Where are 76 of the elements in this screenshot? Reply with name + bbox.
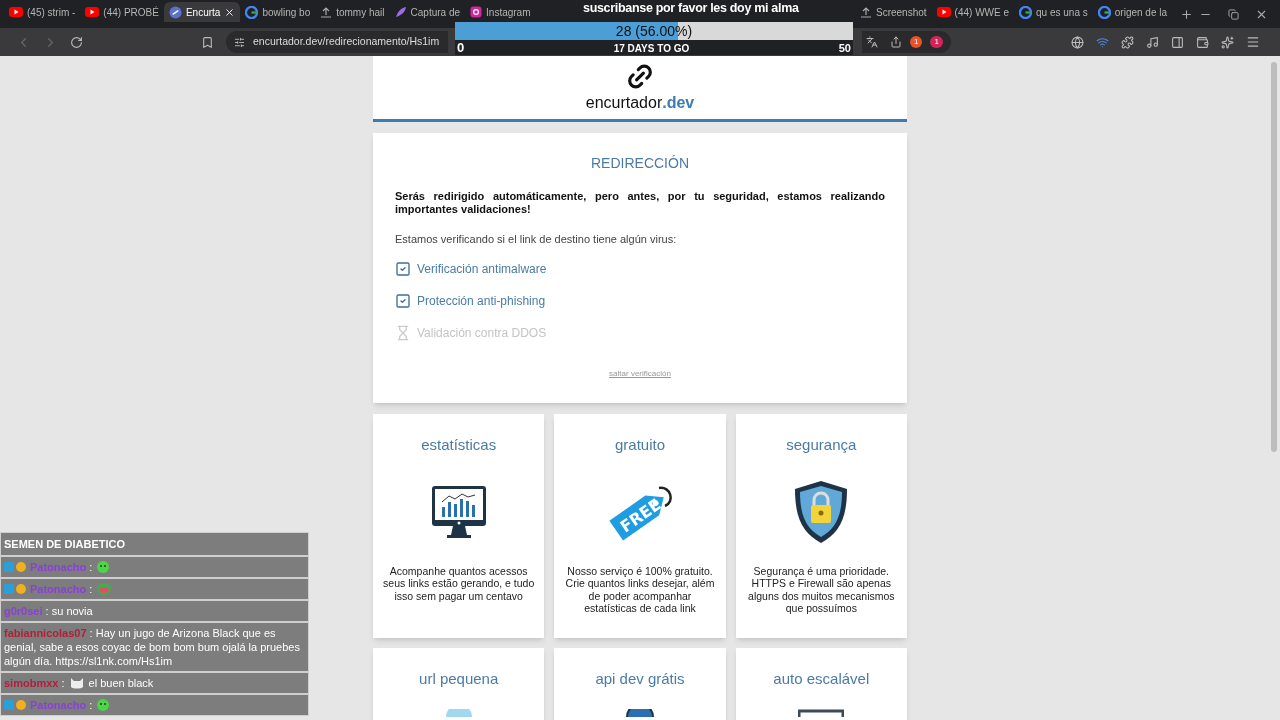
site-icon — [168, 5, 182, 19]
feature-title: segurança — [786, 435, 857, 455]
feature-description: Nosso serviço é 100% gratuito. Crie quantos links desejar, além de poder acompanhar estatísticas de cada link — [564, 564, 716, 615]
g-logo-icon — [1019, 5, 1033, 19]
card-title: REDIRECCIÓN — [590, 154, 690, 173]
check-label: Validación contra DDOS — [417, 324, 547, 342]
browser-tab[interactable]: Instagram — [465, 2, 536, 22]
emote-icon — [96, 582, 113, 596]
g-logo-icon — [1097, 5, 1111, 19]
browser-tab[interactable]: (45) strim - — [4, 2, 81, 22]
g-logo-icon — [245, 5, 259, 19]
close-icon[interactable] — [224, 6, 236, 18]
browser-tab[interactable]: (44) WWE e — [931, 2, 1015, 22]
site-logo-text[interactable]: encurtador.dev — [585, 91, 695, 115]
browser-tab[interactable]: origen de la — [1092, 2, 1173, 22]
camera-icon — [470, 6, 483, 18]
browser-tab[interactable]: qu es una s — [1014, 2, 1093, 22]
chat-title: SEMEN DE DIABETICO — [1, 533, 308, 555]
chat-message-text: el buen black — [88, 676, 154, 690]
browser-tab[interactable]: (44) PROBÉ — [80, 2, 164, 22]
music-icon[interactable] — [1146, 35, 1159, 49]
wireless-icon[interactable] — [1096, 35, 1109, 49]
browser-tab[interactable]: Screenshot — [855, 2, 932, 22]
shield-lock-icon — [793, 478, 850, 545]
extension-badge[interactable]: 1 — [910, 36, 923, 48]
chat-message-text: Patonacho : — [30, 582, 93, 596]
emote-icon — [96, 698, 111, 712]
feature-description: Acompanhe quantos acessos seus links estão gerando, e tudo isso sem pagar um centavo — [382, 564, 536, 602]
check-label: Verificación antimalware — [417, 260, 547, 278]
new-tab-icon[interactable] — [1180, 8, 1194, 21]
chat-message-text: g0r0sei : su novia — [4, 604, 93, 618]
browser-tab[interactable]: Captura de — [389, 2, 466, 22]
redirect-notice: Serás redirigido automáticamente, pero antes, por tu seguridad, estamos realizando importantes validaciones! — [395, 190, 885, 216]
monitor-chart-icon — [430, 484, 487, 539]
reload-icon[interactable] — [70, 35, 83, 49]
menu-icon[interactable] — [1246, 35, 1260, 49]
wallet-icon[interactable] — [1196, 35, 1209, 49]
video-icon — [9, 7, 23, 17]
upload-icon — [860, 6, 872, 18]
chat-message-text: Patonacho : — [30, 560, 93, 574]
emote-icon — [96, 560, 111, 574]
site-settings-icon[interactable] — [234, 36, 245, 48]
share-icon[interactable] — [890, 36, 902, 48]
feather-icon — [394, 6, 407, 18]
sidebar-icon[interactable] — [1171, 35, 1184, 49]
chat-message-text: simobmxx : — [4, 676, 65, 690]
upload-icon — [320, 6, 333, 18]
feature-title: estatísticas — [421, 435, 497, 455]
feature-title: gratuito — [614, 435, 665, 455]
chat-message-text: fabiannicolas07 : Hay un jugo de Arizona Black que es genial, sabe a esos coyac de bom bom bum ojalá la pruebes algún día. https://sl1nk.com/Hs1im — [4, 626, 301, 668]
cat-emote-icon — [68, 676, 85, 690]
feature-description: Segurança é uma prioridade. HTTPS e Firewall são apenas alguns dos muitos mecanismos que possuímos — [747, 564, 896, 615]
extension-badge[interactable]: 1 — [930, 36, 943, 48]
chat-message-text: Patonacho : — [30, 698, 93, 712]
restore-icon[interactable] — [1228, 9, 1239, 20]
redirect-intro: Estamos verificando si el link de destino tiene algún virus: — [395, 232, 678, 247]
goal-min: 0 — [457, 40, 465, 55]
video-icon — [936, 7, 951, 17]
goal-countdown: 17 DAYS TO GO — [613, 42, 690, 55]
sparkle-icon[interactable] — [1221, 35, 1234, 49]
check-label: Protección anti-phishing — [417, 292, 546, 310]
video-icon — [85, 7, 100, 17]
browser-tab[interactable]: bowling bo — [240, 2, 316, 22]
goal-max: 50 — [838, 42, 851, 55]
address-bar[interactable]: encurtador.dev/redirecionamento/Hs1im — [226, 31, 448, 53]
bookmark-icon[interactable] — [201, 35, 214, 49]
close-icon[interactable] — [1255, 8, 1268, 21]
browser-tab[interactable]: tommy hail — [315, 2, 390, 22]
feature-title: url pequena — [419, 669, 499, 689]
overlay-message: suscribanse por favor les doy mi alma — [583, 0, 799, 16]
feature-title: api dev grátis — [595, 669, 685, 689]
extensions-icon[interactable] — [1121, 35, 1134, 49]
feature-title: auto escalável — [773, 669, 870, 689]
translate-icon[interactable] — [866, 36, 878, 48]
url-text: encurtador.dev/redirecionamento/Hs1im — [253, 34, 440, 50]
browser-tab[interactable]: Encurta — [163, 2, 241, 22]
